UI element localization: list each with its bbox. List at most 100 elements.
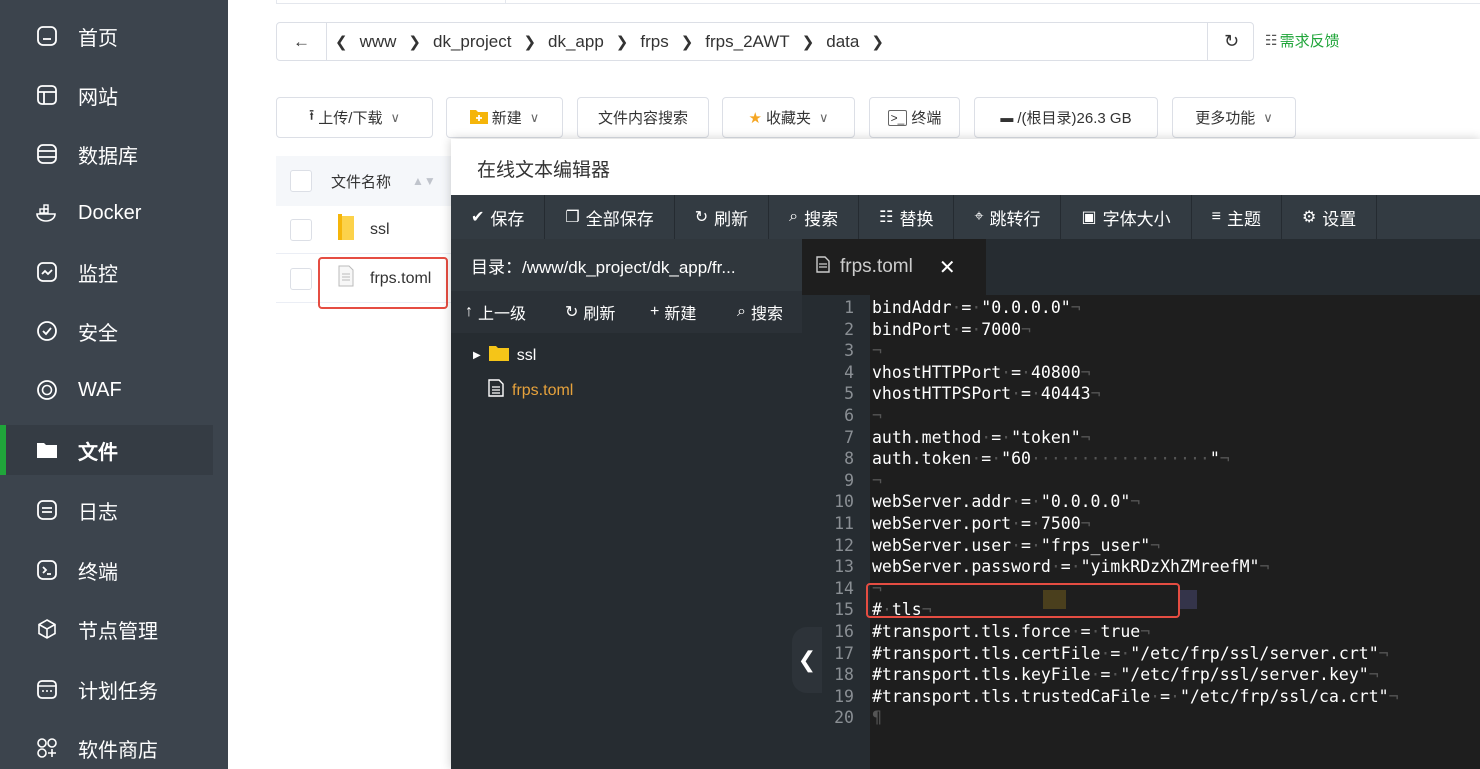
code-text: webServer.password·=·"yimkRDzXhZMreefM"¬	[872, 557, 1270, 577]
code-line[interactable]: 16 #transport.tls.force·=·true¬	[802, 621, 1480, 643]
chevron-left-icon[interactable]: ❮	[335, 33, 348, 51]
sidebar-item-logs[interactable]: 日志	[0, 485, 228, 535]
code-line[interactable]: 10 webServer.addr·=·"0.0.0.0"¬	[802, 491, 1480, 513]
directory-toolbar: ↑ 上一级 ↻ 刷新 + 新建 ⌕ 搜索	[451, 291, 802, 333]
code-line[interactable]: 11 webServer.port·=·7500¬	[802, 513, 1480, 535]
back-button[interactable]: ←	[277, 23, 327, 60]
breadcrumb-item[interactable]: dk_app	[548, 32, 604, 52]
home-icon	[35, 24, 59, 48]
terminal-button[interactable]: >_ 终端	[869, 97, 960, 138]
highlight-box	[318, 257, 448, 309]
refresh-button[interactable]: ↻	[1207, 23, 1255, 60]
sidebar-item-label: 日志	[78, 501, 118, 524]
code-line[interactable]: 5 vhostHTTPSPort·=·40443¬	[802, 383, 1480, 405]
code-text: #transport.tls.force·=·true¬	[872, 622, 1151, 641]
node-icon	[35, 617, 59, 641]
favorites-button[interactable]: ★ 收藏夹 ∨	[722, 97, 855, 138]
more-functions-button[interactable]: 更多功能 ∨	[1172, 97, 1296, 138]
sidebar-item-terminal[interactable]: 终端	[0, 545, 228, 595]
sidebar-item-database[interactable]: 数据库	[0, 129, 228, 179]
goto-line-button[interactable]: ⌖ 跳转行	[954, 195, 1062, 239]
refresh-button[interactable]: ↻ 刷新	[675, 195, 770, 239]
disk-icon: ▬	[1000, 110, 1014, 125]
close-icon[interactable]: ✕	[939, 255, 956, 280]
sidebar-item-waf[interactable]: WAF	[0, 365, 228, 415]
editor-toolbar: ✔ 保存 ❐ 全部保存 ↻ 刷新 ⌕ 搜索 ☷ 替换 ⌖ 跳转行 ▣ 字体大小 ≡ 主题 ⚙ 设置	[451, 195, 1480, 239]
code-editor: frps.toml ✕ 1 bindAddr·=·"0.0.0.0"¬ 2 bindP…	[802, 239, 1480, 769]
code-line[interactable]: 6 ¬	[802, 405, 1480, 427]
code-line[interactable]: 17 #transport.tls.certFile·=·"/etc/frp/ss…	[802, 643, 1480, 665]
font-size-button[interactable]: ▣ 字体大小	[1061, 195, 1192, 239]
sidebar-item-website[interactable]: 网站	[0, 70, 228, 120]
dir-new-button[interactable]: + 新建	[650, 300, 696, 324]
code-line[interactable]: 20 ¶	[802, 707, 1480, 729]
settings-button[interactable]: ⚙ 设置	[1282, 195, 1378, 239]
file-row[interactable]: ssl	[276, 206, 451, 254]
code-line[interactable]: 8 auth.token·=·"60··················"¬	[802, 448, 1480, 470]
sidebar: 首页 网站 数据库 Docker 监控 安全 WAF 文件 日志 终端 节点管理…	[0, 0, 228, 769]
code-line[interactable]: 1 bindAddr·=·"0.0.0.0"¬	[802, 297, 1480, 319]
code-text: #transport.tls.certFile·=·"/etc/frp/ssl/…	[872, 643, 1389, 663]
code-text: ¶	[872, 708, 882, 728]
collapse-panel-button[interactable]: ❮	[792, 627, 822, 693]
code-line[interactable]: 2 bindPort·=·7000¬	[802, 319, 1480, 341]
sidebar-item-security[interactable]: 安全	[0, 306, 228, 356]
filename-column-header[interactable]: 文件名称	[331, 171, 391, 192]
row-checkbox[interactable]	[290, 267, 312, 290]
sidebar-item-docker[interactable]: Docker	[0, 188, 228, 238]
tree-folder-ssl[interactable]: ▶ ssl	[473, 345, 536, 366]
code-line[interactable]: 12 webServer.user·=·"frps_user"¬	[802, 535, 1480, 557]
code-text: auth.token·=·"60··················"¬	[872, 449, 1230, 469]
directory-panel: 目录：/www/dk_project/dk_app/fr... ↑ 上一级 ↻ 刷新…	[451, 239, 802, 769]
sidebar-item-cron[interactable]: 计划任务	[0, 664, 228, 714]
code-line[interactable]: 9 ¬	[802, 470, 1480, 492]
breadcrumb-item[interactable]: data	[826, 32, 859, 52]
sidebar-item-nodes[interactable]: 节点管理	[0, 604, 228, 654]
tree-file-frps-toml[interactable]: frps.toml	[488, 379, 573, 402]
theme-button[interactable]: ≡ 主题	[1192, 195, 1282, 239]
new-button[interactable]: 新建 ∨	[446, 97, 563, 138]
up-level-button[interactable]: ↑ 上一级	[465, 300, 526, 324]
upload-download-button[interactable]: ⭱ 上传/下载 ∨	[276, 97, 433, 138]
code-line[interactable]: 3 ¬	[802, 340, 1480, 362]
content-search-button[interactable]: 文件内容搜索	[577, 97, 709, 138]
dir-search-button[interactable]: ⌕ 搜索	[737, 300, 783, 324]
breadcrumb-item[interactable]: frps_2AWT	[705, 32, 789, 52]
code-line[interactable]: 13 webServer.password·=·"yimkRDzXhZMreefM…	[802, 556, 1480, 578]
sort-icon[interactable]: ▲▼	[412, 174, 436, 188]
refresh-icon: ↻	[565, 304, 579, 321]
tab-divider	[276, 0, 506, 4]
code-line[interactable]: 7 auth.method·=·"token"¬	[802, 427, 1480, 449]
shield-icon	[35, 319, 59, 343]
sidebar-item-files[interactable]: 文件	[0, 425, 213, 475]
replace-button[interactable]: ☷ 替换	[859, 195, 955, 239]
replace-icon: ☷	[879, 209, 894, 226]
more-label: 更多功能	[1195, 110, 1256, 127]
save-button[interactable]: ✔ 保存	[451, 195, 546, 239]
sidebar-item-store[interactable]: 软件商店	[0, 723, 228, 769]
code-line[interactable]: 18 #transport.tls.keyFile·=·"/etc/frp/ssl…	[802, 664, 1480, 686]
code-line[interactable]: 19 #transport.tls.trustedCaFile·=·"/etc/f…	[802, 686, 1480, 708]
line-number: 15	[834, 600, 854, 620]
sidebar-item-label: 计划任务	[78, 680, 158, 703]
tab-frps-toml[interactable]: frps.toml ✕	[802, 239, 986, 295]
disk-button[interactable]: ▬ /(根目录)26.3 GB	[974, 97, 1158, 138]
row-checkbox[interactable]	[290, 218, 312, 241]
search-button[interactable]: ⌕ 搜索	[769, 195, 860, 239]
arrow-up-icon: ↑	[465, 303, 473, 320]
file-name[interactable]: ssl	[370, 221, 390, 239]
breadcrumb-item[interactable]: frps	[640, 32, 668, 52]
caret-right-icon[interactable]: ▶	[473, 350, 481, 361]
dir-refresh-button[interactable]: ↻ 刷新	[565, 300, 615, 324]
breadcrumb-item[interactable]: www	[360, 32, 397, 52]
sidebar-item-home[interactable]: 首页	[0, 11, 228, 61]
breadcrumb-item[interactable]: dk_project	[433, 32, 511, 52]
code-line[interactable]: 4 vhostHTTPPort·=·40800¬	[802, 362, 1480, 384]
select-all-checkbox[interactable]	[290, 170, 312, 192]
sidebar-item-label: Docker	[78, 201, 142, 224]
save-all-button[interactable]: ❐ 全部保存	[545, 195, 675, 239]
chevron-right-icon[interactable]: ❯	[871, 33, 884, 51]
sidebar-item-monitor[interactable]: 监控	[0, 247, 228, 297]
feedback-link[interactable]: ☷ 需求反馈	[1265, 30, 1340, 51]
code-text: webServer.port·=·7500¬	[872, 514, 1091, 533]
